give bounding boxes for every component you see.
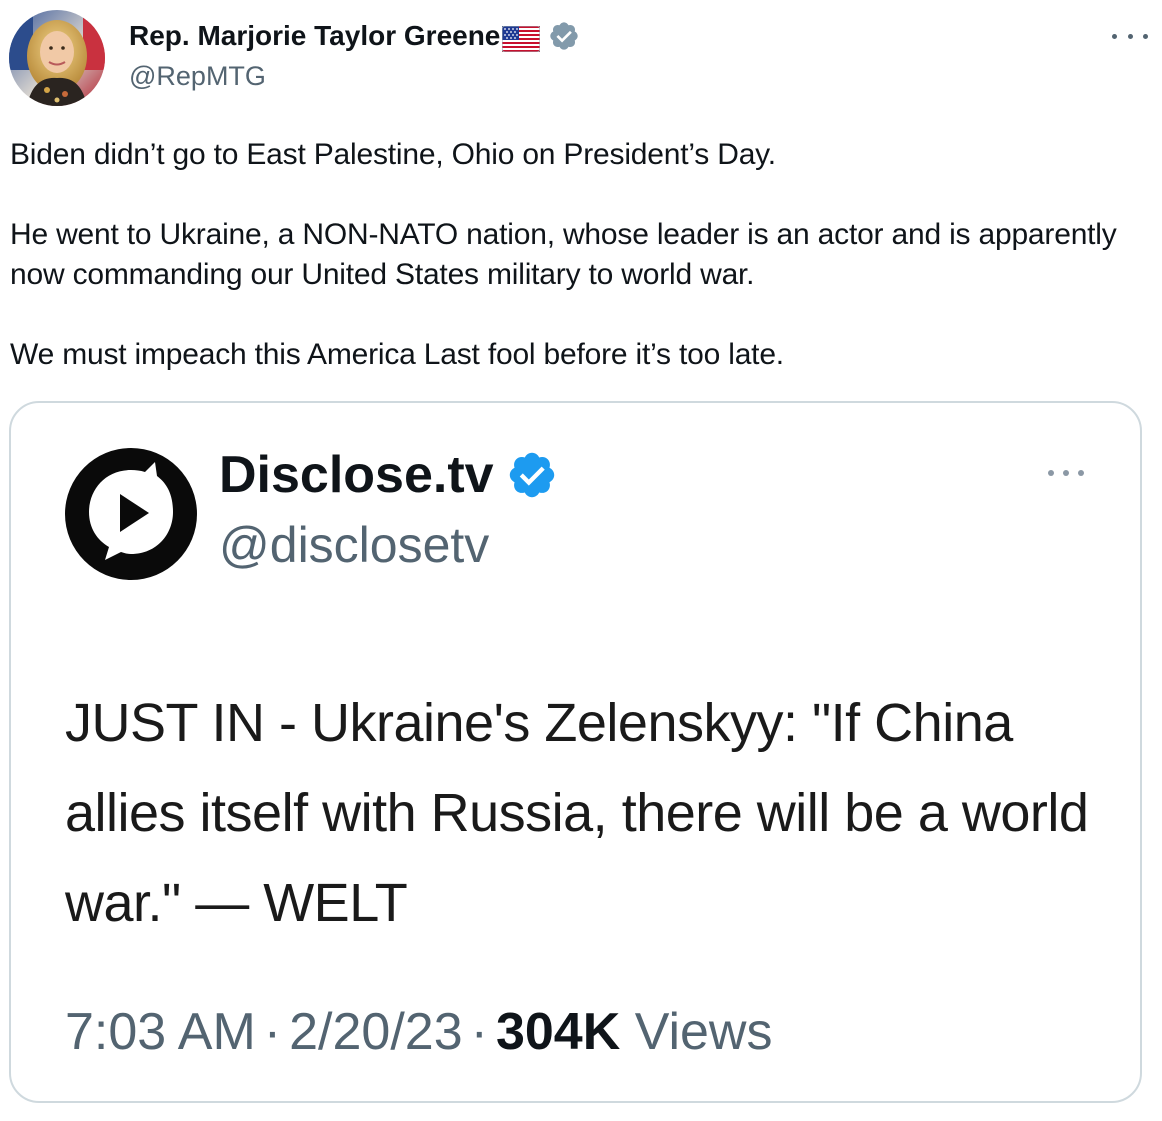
meta-separator: · — [470, 1003, 488, 1061]
more-dot-icon — [1112, 33, 1117, 39]
embedded-tweet-text: JUST IN - Ukraine's Zelenskyy: "If China… — [65, 693, 1089, 933]
disclosetv-logo-icon — [65, 448, 197, 580]
avatar-photo — [9, 10, 105, 106]
author-name-row[interactable]: Rep. Marjorie Taylor Greene — [129, 16, 580, 56]
more-dot-icon — [1063, 470, 1069, 476]
embedded-author-row: Disclose.tv — [219, 445, 558, 505]
verified-badge-icon[interactable] — [548, 20, 580, 52]
embedded-meta: 7:03 AM · 2/20/23 · 304K Views — [65, 999, 773, 1065]
author-name[interactable]: Rep. Marjorie Taylor Greene — [129, 16, 500, 56]
embedded-time: 7:03 AM — [65, 1003, 256, 1061]
author-avatar[interactable] — [9, 10, 105, 106]
tweet-paragraph: He went to Ukraine, a NON-NATO nation, w… — [10, 218, 1117, 291]
author-handle[interactable]: @RepMTG — [129, 58, 266, 94]
embedded-date: 2/20/23 — [289, 1003, 463, 1061]
meta-separator: · — [263, 1003, 282, 1061]
more-options-button[interactable] — [1112, 22, 1148, 50]
more-dot-icon — [1048, 470, 1054, 476]
embedded-more-options-icon — [1048, 463, 1084, 483]
tweet-paragraph: We must impeach this America Last fool b… — [10, 338, 784, 371]
embedded-views-label: Views — [634, 1003, 773, 1061]
more-dot-icon — [1127, 33, 1133, 39]
more-dot-icon — [1078, 470, 1084, 476]
tweet-text: Biden didn’t go to East Palestine, Ohio … — [10, 135, 1150, 375]
embedded-author-name: Disclose.tv — [219, 446, 494, 504]
us-flag-icon — [501, 23, 541, 53]
more-dot-icon — [1143, 33, 1148, 39]
embedded-views-count: 304K — [495, 1003, 621, 1061]
verified-badge-icon — [506, 449, 558, 501]
tweet-paragraph: Biden didn’t go to East Palestine, Ohio … — [10, 138, 776, 171]
tweet-image-card[interactable]: Disclose.tv @disclosetv JUST IN - Ukrain… — [9, 401, 1142, 1103]
embedded-author-handle: @disclosetv — [219, 517, 490, 573]
